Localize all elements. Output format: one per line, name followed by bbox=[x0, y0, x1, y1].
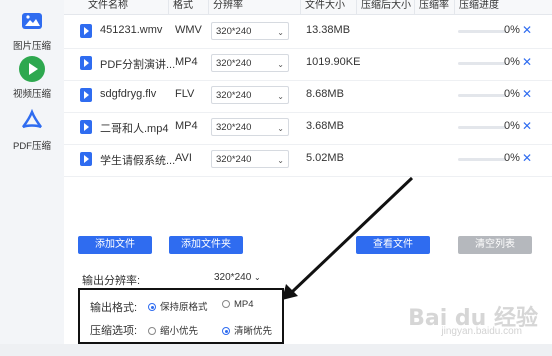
bottom-bar bbox=[0, 344, 552, 356]
baidu-watermark-url: jingyan.baidu.com bbox=[441, 326, 522, 337]
